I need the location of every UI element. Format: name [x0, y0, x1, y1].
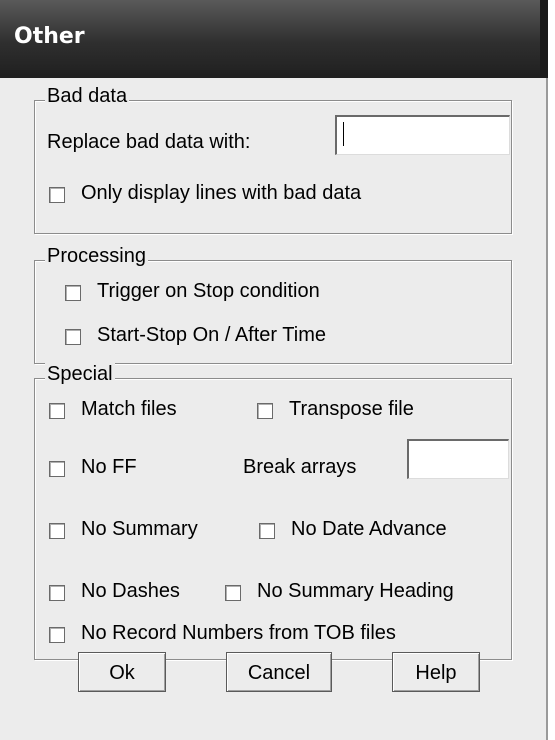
- special-legend: Special: [45, 363, 115, 386]
- transpose-file-checkbox[interactable]: [257, 403, 273, 419]
- no-summary-heading-checkbox[interactable]: [225, 585, 241, 601]
- transpose-file-label: Transpose file: [289, 398, 414, 420]
- no-record-numbers-label: No Record Numbers from TOB files: [81, 622, 396, 644]
- trigger-stop-label: Trigger on Stop condition: [97, 280, 320, 302]
- title-bar[interactable]: Other: [0, 0, 548, 78]
- special-group: Special Match files Transpose file No FF…: [34, 363, 512, 660]
- no-ff-label: No FF: [81, 456, 137, 478]
- ok-button[interactable]: Ok: [78, 652, 166, 692]
- replace-bad-data-input[interactable]: [335, 115, 510, 155]
- match-files-label: Match files: [81, 398, 177, 420]
- break-arrays-input[interactable]: [407, 439, 509, 479]
- no-record-numbers-checkbox[interactable]: [49, 627, 65, 643]
- only-display-bad-data-label: Only display lines with bad data: [81, 182, 362, 204]
- cancel-button[interactable]: Cancel: [226, 652, 332, 692]
- no-date-advance-checkbox[interactable]: [259, 523, 275, 539]
- no-dashes-label: No Dashes: [81, 580, 180, 602]
- start-stop-label: Start-Stop On / After Time: [97, 324, 326, 346]
- processing-legend: Processing: [45, 245, 148, 268]
- bad-data-legend: Bad data: [45, 85, 130, 108]
- start-stop-checkbox[interactable]: [65, 329, 81, 345]
- title-bar-edge: [540, 0, 548, 78]
- no-ff-checkbox[interactable]: [49, 461, 65, 477]
- help-button[interactable]: Help: [392, 652, 480, 692]
- bad-data-group: Bad data Replace bad data with: Only dis…: [34, 85, 512, 234]
- no-summary-heading-label: No Summary Heading: [257, 580, 454, 602]
- no-summary-label: No Summary: [81, 518, 198, 540]
- no-date-advance-label: No Date Advance: [291, 518, 447, 540]
- processing-group: Processing Trigger on Stop condition Sta…: [34, 245, 512, 364]
- window-title: Other: [14, 24, 85, 49]
- only-display-bad-data-checkbox[interactable]: [49, 187, 65, 203]
- no-dashes-checkbox[interactable]: [49, 585, 65, 601]
- match-files-checkbox[interactable]: [49, 403, 65, 419]
- trigger-stop-checkbox[interactable]: [65, 285, 81, 301]
- break-arrays-label: Break arrays: [243, 456, 357, 478]
- no-summary-checkbox[interactable]: [49, 523, 65, 539]
- text-caret: [343, 122, 344, 146]
- other-dialog: Other Bad data Replace bad data with: On…: [0, 0, 548, 740]
- replace-bad-data-label: Replace bad data with:: [47, 131, 251, 153]
